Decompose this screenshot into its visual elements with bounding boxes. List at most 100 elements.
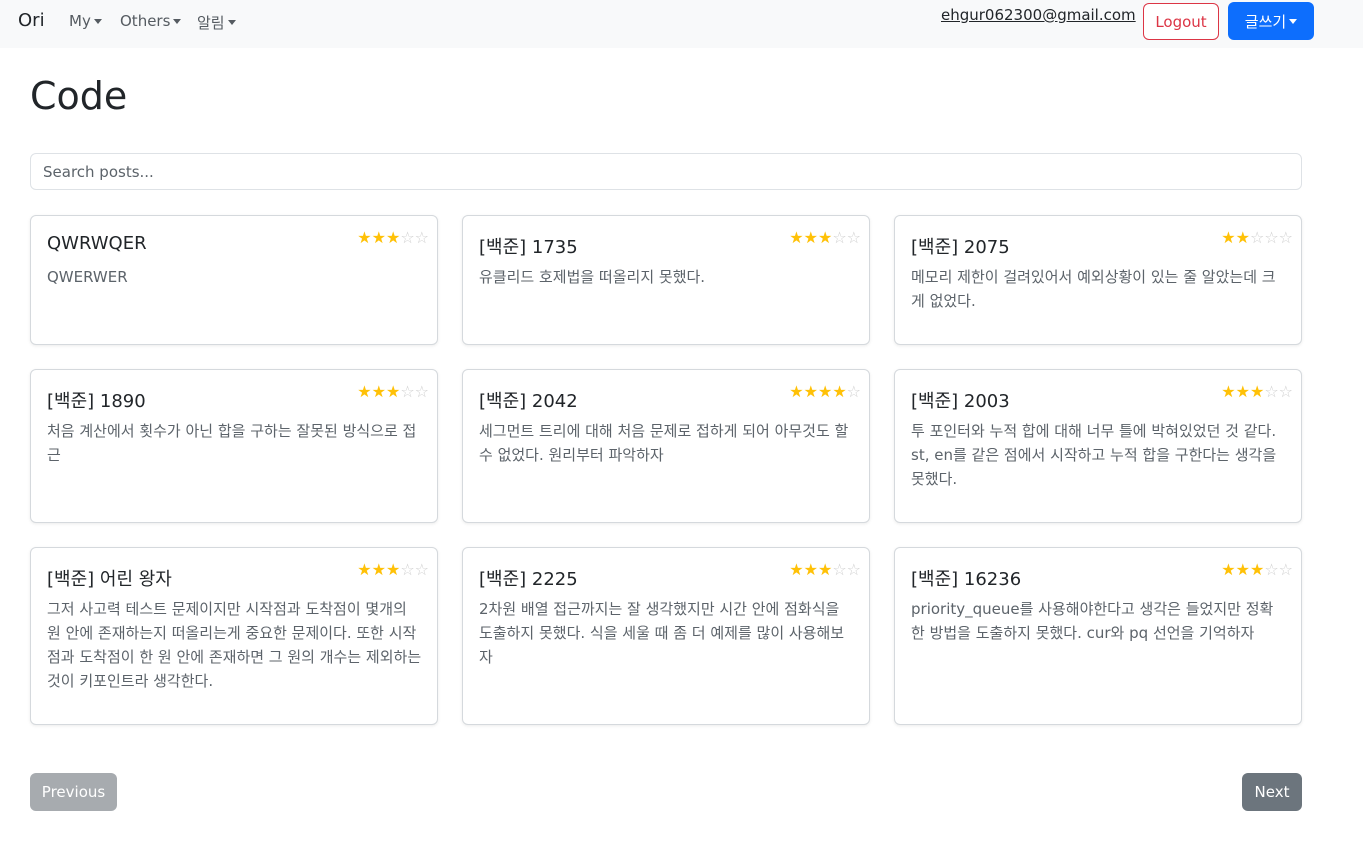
star-filled-icon: ★ [803,560,818,579]
star-rating: ★★★☆☆ [357,382,429,401]
star-empty-icon: ☆ [832,228,847,247]
post-title[interactable]: [백준] 16236 [911,565,1021,591]
post-title[interactable]: QWRWQER [47,233,147,254]
write-post-button[interactable]: 글쓰기 [1228,2,1314,40]
post-summary: 처음 계산에서 횟수가 아닌 합을 구하는 잘못된 방식으로 접근 [47,422,417,464]
star-filled-icon: ★ [385,228,401,247]
post-summary: priority_queue를 사용해야한다고 생각은 들었지만 정확한 방법을… [911,600,1274,642]
star-filled-icon: ★ [803,382,818,401]
star-filled-icon: ★ [1221,382,1236,401]
star-empty-icon: ☆ [1278,560,1293,579]
star-filled-icon: ★ [357,382,372,401]
star-empty-icon: ☆ [1264,382,1279,401]
post-summary: 메모리 제한이 걸려있어서 예외상황이 있는 줄 알았는데 크게 없었다. [911,268,1276,310]
star-filled-icon: ★ [832,382,847,401]
star-empty-icon: ☆ [1264,228,1279,247]
star-empty-icon: ☆ [1264,560,1279,579]
star-filled-icon: ★ [1249,560,1265,579]
post-summary: 세그먼트 트리에 대해 처음 문제로 접하게 되어 아무것도 할 수 없었다. … [479,422,849,464]
star-filled-icon: ★ [1221,228,1236,247]
post-title[interactable]: [백준] 2075 [911,233,1010,259]
star-filled-icon: ★ [385,560,401,579]
post-summary: 2차원 배열 접근까지는 잘 생각했지만 시간 안에 점화식을 도출하지 못했다… [479,600,845,666]
top-navbar: Ori My Others 알림 ehgur062300@gmail.com L… [0,0,1363,48]
nav-menu-my-label: My [69,12,91,30]
post-summary: 투 포인터와 누적 합에 대해 너무 틀에 박혀있었던 것 같다. st, en… [911,422,1277,488]
star-rating: ★★★☆☆ [1221,560,1293,579]
star-empty-icon: ☆ [846,560,861,579]
star-filled-icon: ★ [817,560,833,579]
star-filled-icon: ★ [1235,228,1250,247]
nav-menu-notifications[interactable]: 알림 [197,12,236,33]
post-card[interactable]: [백준] 2075 메모리 제한이 걸려있어서 예외상황이 있는 줄 알았는데 크… [894,215,1302,345]
star-rating: ★★★☆☆ [789,228,861,247]
star-empty-icon: ☆ [400,560,415,579]
star-filled-icon: ★ [789,560,804,579]
star-empty-icon: ☆ [414,560,429,579]
previous-button[interactable]: Previous [30,773,117,811]
star-rating: ★★★☆☆ [1221,382,1293,401]
star-filled-icon: ★ [371,382,386,401]
post-title[interactable]: [백준] 2003 [911,387,1010,413]
star-filled-icon: ★ [371,228,386,247]
star-empty-icon: ☆ [832,560,847,579]
star-empty-icon: ☆ [400,382,415,401]
post-title[interactable]: [백준] 1735 [479,233,578,259]
star-empty-icon: ☆ [400,228,415,247]
post-title[interactable]: [백준] 2042 [479,387,578,413]
post-card[interactable]: [백준] 1735 유클리드 호제법을 떠올리지 못했다. ★★★☆☆ [462,215,870,345]
post-card[interactable]: [백준] 2003 투 포인터와 누적 합에 대해 너무 틀에 박혀있었던 것 같… [894,369,1302,523]
star-rating: ★★★☆☆ [789,560,861,579]
star-rating: ★★★☆☆ [357,228,429,247]
star-empty-icon: ☆ [846,382,861,401]
caret-down-icon [173,18,182,24]
nav-menu-my[interactable]: My [69,12,102,30]
post-card[interactable]: [백준] 16236 priority_queue를 사용해야한다고 생각은 들었… [894,547,1302,725]
search-input[interactable] [30,153,1302,190]
post-title[interactable]: [백준] 2225 [479,565,578,591]
brand-logo[interactable]: Ori [18,10,45,31]
star-empty-icon: ☆ [1278,228,1293,247]
star-filled-icon: ★ [789,228,804,247]
star-rating: ★★☆☆☆ [1221,228,1293,247]
page-title: Code [30,74,128,118]
star-filled-icon: ★ [385,382,401,401]
star-filled-icon: ★ [357,560,372,579]
caret-down-icon [93,18,102,24]
star-filled-icon: ★ [817,228,833,247]
star-empty-icon: ☆ [414,228,429,247]
post-summary: 유클리드 호제법을 떠올리지 못했다. [479,268,706,286]
star-filled-icon: ★ [1249,382,1265,401]
star-empty-icon: ☆ [846,228,861,247]
post-card[interactable]: [백준] 2225 2차원 배열 접근까지는 잘 생각했지만 시간 안에 점화식을… [462,547,870,725]
write-post-label: 글쓰기 [1244,12,1287,31]
star-empty-icon: ☆ [1278,382,1293,401]
post-summary: QWERWER [47,268,128,286]
star-filled-icon: ★ [1235,560,1250,579]
post-card[interactable]: [백준] 1890 처음 계산에서 횟수가 아닌 합을 구하는 잘못된 방식으로 … [30,369,438,523]
post-title[interactable]: [백준] 어린 왕자 [47,565,172,591]
caret-down-icon [227,20,236,25]
star-filled-icon: ★ [789,382,804,401]
star-empty-icon: ☆ [1249,228,1265,247]
logout-button[interactable]: Logout [1143,3,1219,40]
star-filled-icon: ★ [357,228,372,247]
star-empty-icon: ☆ [414,382,429,401]
post-card[interactable]: [백준] 어린 왕자그저 사고력 테스트 문제이지만 시작점과 도착점이 몇개의… [30,547,438,725]
star-filled-icon: ★ [371,560,386,579]
star-filled-icon: ★ [817,382,833,401]
star-filled-icon: ★ [1235,382,1250,401]
user-email-link[interactable]: ehgur062300@gmail.com [941,6,1136,24]
caret-down-icon [1289,18,1298,24]
post-card[interactable]: QWRWQER QWERWER ★★★☆☆ [30,215,438,345]
star-filled-icon: ★ [803,228,818,247]
nav-menu-notifications-label: 알림 [197,14,225,32]
star-rating: ★★★★☆ [789,382,861,401]
nav-menu-others[interactable]: Others [120,12,182,30]
post-summary: 그저 사고력 테스트 문제이지만 시작점과 도착점이 몇개의 원 안에 존재하는… [47,600,422,690]
post-title[interactable]: [백준] 1890 [47,387,146,413]
post-card[interactable]: [백준] 2042 세그먼트 트리에 대해 처음 문제로 접하게 되어 아무것도 … [462,369,870,523]
star-filled-icon: ★ [1221,560,1236,579]
nav-menu-others-label: Others [120,12,171,30]
next-button[interactable]: Next [1242,773,1302,811]
